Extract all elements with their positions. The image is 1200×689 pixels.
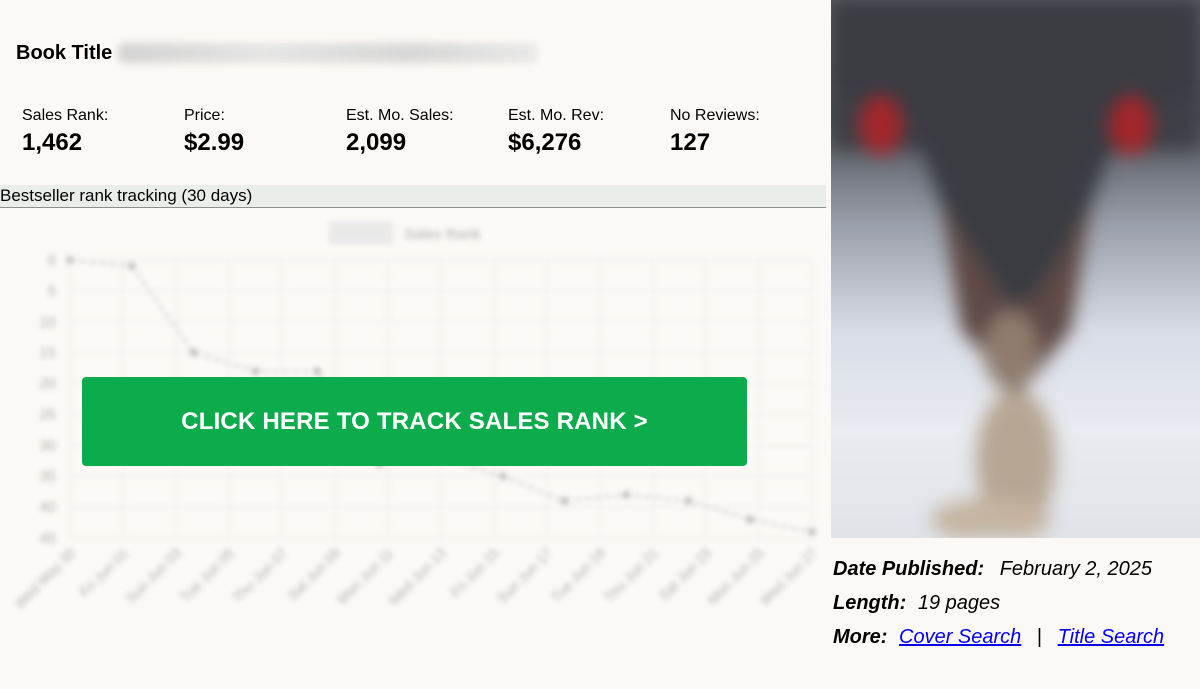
x-tick-label: Tue Jun 05 — [177, 545, 238, 606]
date-published-row: Date Published: February 2, 2025 — [833, 556, 1164, 590]
y-tick-label: 40 — [39, 499, 56, 516]
sales-rank-point — [66, 256, 74, 264]
sales-rank-point — [684, 496, 693, 505]
stat-est-monthly-revenue: Est. Mo. Rev: $6,276 — [508, 106, 670, 160]
link-separator: | — [1036, 626, 1043, 648]
book-title-label: Book Title — [16, 41, 113, 64]
book-title-row: Book Title — [16, 40, 539, 66]
length-row: Length: 19 pages — [833, 590, 1164, 624]
date-published-value: February 2, 2025 — [999, 558, 1153, 580]
sales-rank-point — [251, 367, 260, 376]
y-tick-label: 25 — [39, 406, 56, 423]
more-row: More: Cover Search | Title Search — [833, 624, 1164, 658]
y-tick-label: 45 — [39, 530, 56, 547]
sales-rank-point — [127, 262, 136, 271]
x-tick-label: Thu Jun 21 — [600, 545, 661, 606]
stat-value: $6,276 — [508, 129, 582, 156]
length-label: Length: — [833, 592, 907, 614]
stat-label: Est. Mo. Rev: — [508, 107, 605, 124]
book-meta: Date Published: February 2, 2025 Length:… — [833, 556, 1164, 658]
sales-rank-point — [622, 490, 631, 499]
y-tick-label: 20 — [39, 376, 56, 393]
stat-label: No Reviews: — [670, 107, 760, 124]
x-tick-label: Sun Jun 17 — [494, 545, 556, 607]
title-search-link[interactable]: Title Search — [1058, 626, 1165, 648]
track-sales-rank-button[interactable]: CLICK HERE TO TRACK SALES RANK > — [82, 377, 747, 466]
more-label: More: — [833, 626, 888, 648]
stats-row: Sales Rank: 1,462 Price: $2.99 Est. Mo. … — [22, 106, 832, 160]
y-tick-label: 15 — [39, 345, 56, 362]
x-tick-label: Wed May 30 — [11, 545, 78, 612]
x-tick-label: Tue Jun 19 — [548, 545, 609, 606]
stat-label: Est. Mo. Sales: — [346, 107, 454, 124]
sales-rank-point — [560, 496, 569, 505]
x-tick-label: Sun Jun 03 — [123, 545, 185, 607]
stat-value: 2,099 — [346, 129, 407, 156]
y-tick-label: 10 — [39, 314, 56, 331]
stat-price: Price: $2.99 — [184, 106, 346, 160]
book-stats-panel: Book Title Sales Rank: 1,462 Price: $2.9… — [0, 0, 826, 684]
length-value: 19 pages — [917, 592, 1001, 614]
sales-rank-point — [746, 515, 755, 524]
stat-value: $2.99 — [184, 129, 245, 156]
y-tick-label: 5 — [48, 283, 56, 300]
stat-value: 1,462 — [22, 129, 83, 156]
book-cover-image — [831, 0, 1200, 538]
book-cover-art — [831, 0, 1200, 538]
stat-label: Sales Rank: — [22, 107, 109, 124]
sales-rank-point — [189, 348, 198, 357]
sales-rank-point — [313, 367, 322, 376]
sales-rank-point — [498, 472, 507, 481]
x-tick-label: Fri Jun 15 — [447, 545, 502, 600]
y-tick-label: 35 — [39, 468, 56, 485]
stat-reviews: No Reviews: 127 — [670, 106, 832, 160]
x-tick-label: Thu Jun 07 — [229, 545, 290, 606]
legend-label: Sales Rank — [404, 226, 481, 243]
rank-tracking-header: Bestseller rank tracking (30 days) — [0, 185, 826, 208]
legend-swatch — [329, 222, 393, 244]
date-published-label: Date Published: — [833, 558, 985, 580]
x-tick-label: Fri Jun 01 — [76, 545, 131, 600]
y-tick-label: 0 — [48, 252, 56, 269]
y-tick-label: 30 — [39, 437, 56, 454]
stat-value: 127 — [670, 129, 711, 156]
cover-search-link[interactable]: Cover Search — [899, 626, 1021, 648]
stat-est-monthly-sales: Est. Mo. Sales: 2,099 — [346, 106, 508, 160]
book-title-redacted — [118, 43, 539, 63]
x-tick-label: Wed Jun 13 — [385, 545, 449, 609]
stat-label: Price: — [184, 107, 225, 124]
x-tick-label: Wed Jun 27 — [756, 545, 820, 609]
sales-rank-point — [808, 527, 816, 536]
stat-sales-rank: Sales Rank: 1,462 — [22, 106, 184, 160]
